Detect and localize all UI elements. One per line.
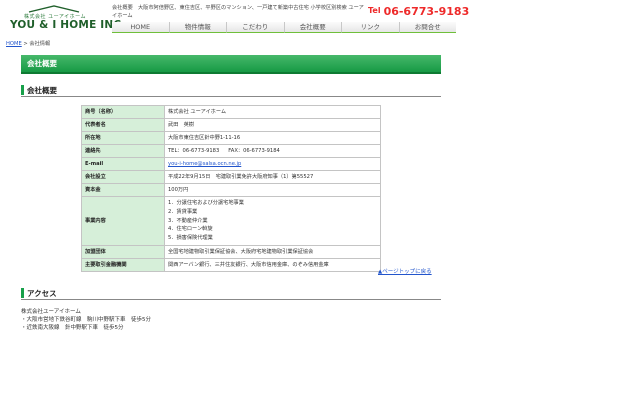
section-heading-access: アクセス	[21, 288, 441, 300]
table-row: 連絡先 TEL：06-6773-9183 FAX：06-6773-9184	[81, 144, 381, 158]
row-label: 所在地	[81, 131, 165, 145]
page-title-banner: 会社概要	[21, 55, 441, 74]
row-value: 関西アーバン銀行、三井住友銀行、大阪市信用金庫、のぞみ信用金庫	[164, 257, 381, 272]
company-info-table: 商号（名称） 株式会社 ユーアイホーム 代表者名 武田 英樹 所在地 大阪市東住…	[81, 105, 381, 272]
row-value: 大阪市東住吉区針中野1-11-16	[164, 131, 381, 145]
table-row: 商号（名称） 株式会社 ユーアイホーム	[81, 105, 381, 119]
row-value: 武田 英樹	[164, 118, 381, 132]
table-row: 資本金 100万円	[81, 183, 381, 197]
section-heading-company: 会社概要	[21, 85, 441, 97]
table-row: 会社設立 平成22年9月15日 宅建取引業免許大阪府知事（1）第55527	[81, 170, 381, 184]
table-row: 所在地 大阪市東住吉区針中野1-11-16	[81, 131, 381, 145]
row-label: 資本金	[81, 183, 165, 197]
heading-bar	[21, 288, 24, 298]
house-roof-icon	[28, 5, 80, 13]
access-info: 株式会社ユーアイホーム ・大阪市営地下鉄谷町線 駒川中野駅下車 徒歩5分 ・近鉄…	[21, 308, 151, 332]
nav-properties[interactable]: 物件情報	[169, 22, 227, 33]
row-value: 100万円	[164, 183, 381, 197]
list-item: 4．住宅ローン斡旋	[168, 226, 213, 233]
row-label: 商号（名称）	[81, 105, 165, 119]
nav-contact[interactable]: お問合せ	[399, 22, 456, 33]
page-title: 会社概要	[27, 59, 57, 68]
row-label: 加盟団体	[81, 244, 165, 259]
nav-links[interactable]: リンク	[342, 22, 400, 33]
list-item: 1．分譲住宅および分譲宅地事業	[168, 200, 244, 206]
table-row: E-mail you-i-home@salsa.ocn.ne.jp	[81, 157, 381, 171]
breadcrumb-current: 会社情報	[29, 41, 51, 47]
section-heading-access-text: アクセス	[27, 289, 57, 298]
access-line: ・大阪市営地下鉄谷町線 駒川中野駅下車 徒歩5分	[21, 317, 152, 323]
table-row: 加盟団体 全国宅地建物取引業保証協会、大阪府宅地建物取引業保証協会	[81, 244, 381, 259]
email-link[interactable]: you-i-home@salsa.ocn.ne.jp	[168, 161, 241, 167]
row-label: 主要取引金融機関	[81, 257, 165, 272]
row-label: E-mail	[81, 157, 165, 171]
page-top-link[interactable]: ▲ページトップに戻る	[378, 267, 432, 275]
access-line: ・近鉄南大阪線 針中野駅下車 徒歩5分	[21, 325, 124, 331]
section-heading-company-text: 会社概要	[27, 86, 57, 95]
row-value: 全国宅地建物取引業保証協会、大阪府宅地建物取引業保証協会	[164, 244, 381, 259]
table-row: 事業内容 1．分譲住宅および分譲宅地事業 2．賃貸事業 3．不動産仲介業 4．住…	[81, 196, 381, 246]
access-company: 株式会社ユーアイホーム	[21, 309, 81, 315]
row-label: 会社設立	[81, 170, 165, 184]
business-list: 1．分譲住宅および分譲宅地事業 2．賃貸事業 3．不動産仲介業 4．住宅ローン斡…	[164, 196, 381, 246]
row-label: 連絡先	[81, 144, 165, 158]
list-item: 2．賃貸事業	[168, 208, 198, 215]
row-value: 平成22年9月15日 宅建取引業免許大阪府知事（1）第55527	[164, 170, 381, 184]
nav-company[interactable]: 会社概要	[284, 22, 342, 33]
site-tagline: 会社概要 大阪市阿倍野区、東住吉区、平野区のマンション、一戸建て新築中古住宅 小…	[112, 5, 364, 19]
logo-text: YOU & I HOME INC.	[10, 19, 126, 31]
fax-value: FAX：06-6773-9184	[228, 148, 280, 154]
table-row: 主要取引金融機関 関西アーバン銀行、三井住友銀行、大阪市信用金庫、のぞみ信用金庫	[81, 257, 381, 272]
tel-number: 06-6773-9183	[383, 5, 470, 18]
list-item: 5．損害保険代理業	[168, 235, 213, 242]
list-item: 3．不動産仲介業	[168, 217, 208, 224]
breadcrumb: HOME > 会社情報	[6, 40, 50, 47]
header-telephone: Tel 06-6773-9183	[368, 0, 469, 19]
site-logo[interactable]: 株式会社 ユーアイホーム YOU & I HOME INC.	[10, 5, 125, 33]
row-value: you-i-home@salsa.ocn.ne.jp	[164, 157, 381, 171]
row-value: 株式会社 ユーアイホーム	[164, 105, 381, 119]
tel-label: Tel	[368, 6, 381, 15]
tel-value: TEL：06-6773-9183	[168, 148, 220, 154]
nav-home[interactable]: HOME	[112, 22, 170, 33]
row-value: TEL：06-6773-9183 FAX：06-6773-9184	[164, 144, 381, 158]
row-label: 代表者名	[81, 118, 165, 132]
heading-bar	[21, 85, 24, 95]
breadcrumb-home-link[interactable]: HOME	[6, 41, 22, 47]
global-nav: HOME 物件情報 こだわり 会社概要 リンク お問合せ	[112, 22, 456, 33]
nav-commitment[interactable]: こだわり	[227, 22, 285, 33]
row-label: 事業内容	[81, 196, 165, 246]
table-row: 代表者名 武田 英樹	[81, 118, 381, 132]
